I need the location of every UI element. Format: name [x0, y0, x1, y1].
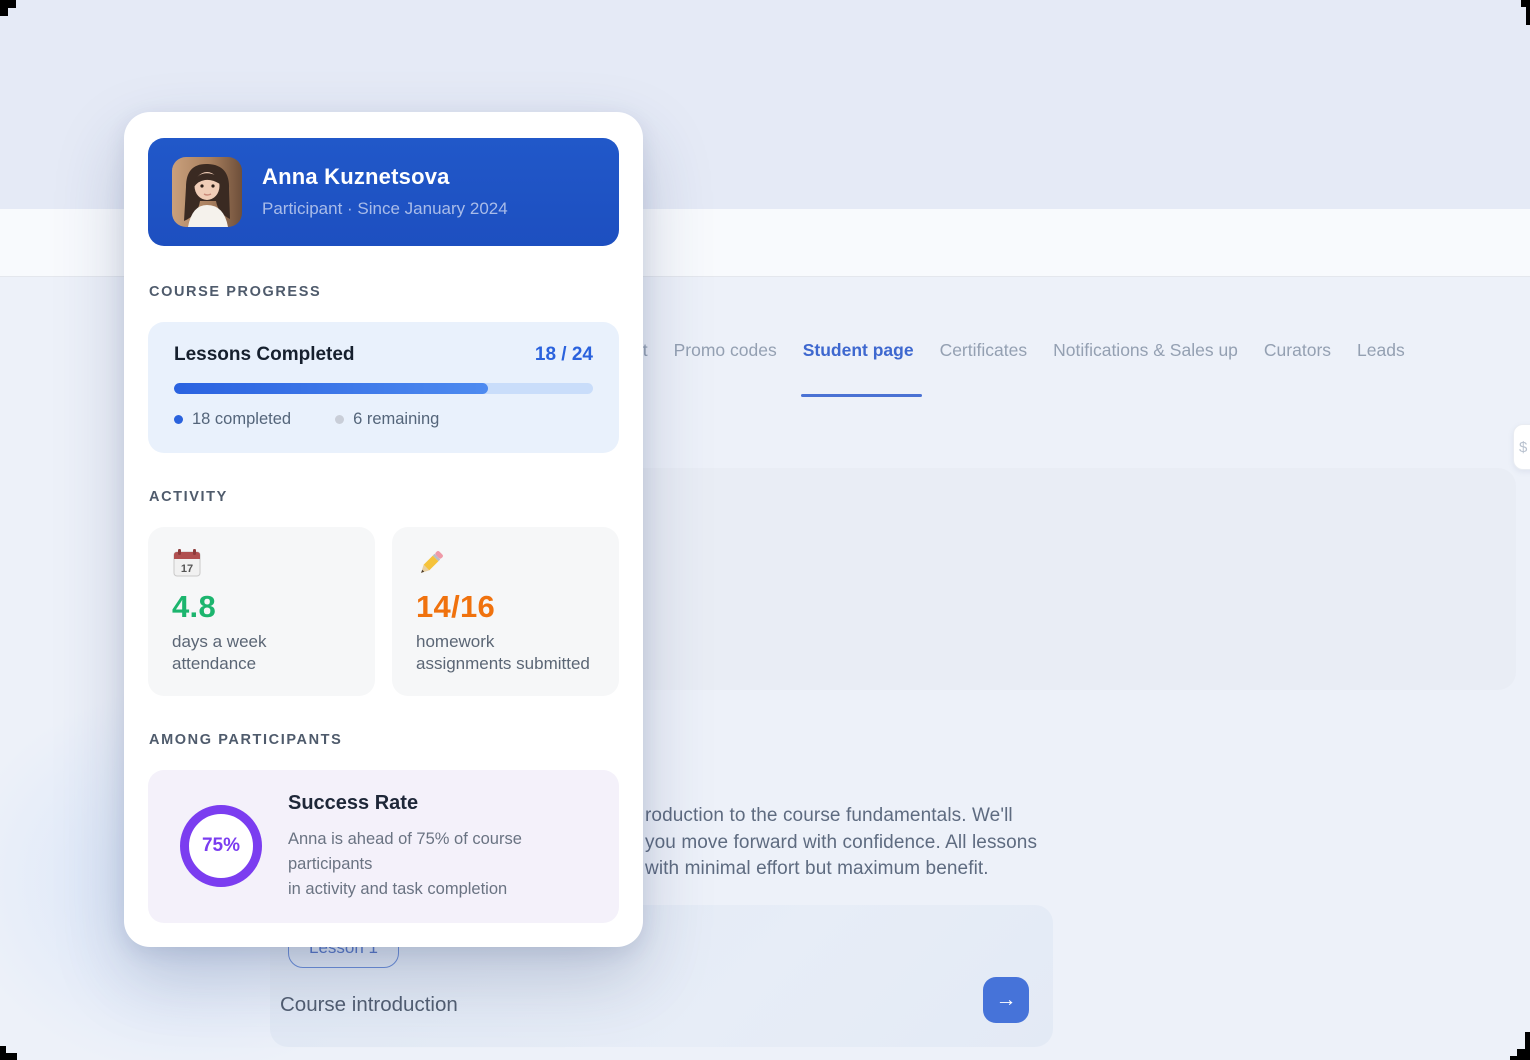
success-rate-card: 75% Success Rate Anna is ahead of 75% of… — [148, 770, 619, 923]
lesson-open-button[interactable]: → — [983, 977, 1029, 1023]
attendance-card: 17 4.8 days a week attendance — [148, 527, 375, 696]
description-line: with minimal effort but maximum benefit. — [645, 856, 1037, 883]
progress-title: Lessons Completed — [174, 344, 355, 366]
blue-dot-icon — [174, 415, 183, 424]
avatar-image — [172, 157, 242, 227]
homework-card: 14/16 homework assignments submitted — [392, 527, 619, 696]
pencil-icon — [416, 548, 446, 578]
success-ring-chart: 75% — [180, 805, 262, 887]
success-rate-title: Success Rate — [288, 792, 418, 815]
success-rate-description: Anna is ahead of 75% of course participa… — [288, 827, 556, 902]
progress-bar-fill — [174, 383, 488, 394]
crop-mark — [1521, 0, 1530, 7]
progress-card: Lessons Completed 18 / 24 18 completed 6… — [148, 322, 619, 453]
homework-caption: homework assignments submitted — [416, 631, 590, 676]
progress-legend: 18 completed 6 remaining — [174, 410, 439, 429]
avatar — [172, 157, 242, 227]
calendar-icon: 17 — [172, 548, 202, 578]
tab-leads[interactable]: Leads — [1357, 340, 1405, 375]
section-label-among-participants: AMONG PARTICIPANTS — [149, 732, 342, 748]
gray-dot-icon — [335, 415, 344, 424]
crop-mark — [1526, 7, 1530, 25]
section-label-activity: ACTIVITY — [149, 489, 228, 505]
legend-completed: 18 completed — [174, 410, 291, 429]
section-label-course-progress: COURSE PROGRESS — [149, 284, 321, 300]
edge-cutoff-button[interactable]: $ — [1513, 424, 1530, 470]
student-name: Anna Kuznetsova — [262, 164, 450, 190]
description-line: roduction to the course fundamentals. We… — [645, 803, 1037, 830]
tab-notifications-sales[interactable]: Notifications & Sales up — [1053, 340, 1238, 375]
crop-mark — [0, 8, 8, 16]
progress-value: 18 / 24 — [535, 344, 593, 366]
tab-bar: nt Promo codes Student page Certificates… — [633, 340, 1405, 375]
svg-text:17: 17 — [181, 563, 193, 575]
description-line: you move forward with confidence. All le… — [645, 830, 1037, 857]
tab-certificates[interactable]: Certificates — [940, 340, 1028, 375]
crop-mark — [0, 1053, 17, 1060]
legend-completed-label: 18 completed — [192, 410, 291, 429]
profile-header: Anna Kuznetsova Participant · Since Janu… — [148, 138, 619, 246]
arrow-right-icon: → — [996, 988, 1017, 1012]
progress-bar-track — [174, 383, 593, 394]
attendance-value: 4.8 — [172, 589, 216, 625]
tab-promo-codes[interactable]: Promo codes — [674, 340, 777, 375]
student-profile-modal: Anna Kuznetsova Participant · Since Janu… — [124, 112, 643, 947]
legend-remaining: 6 remaining — [335, 410, 439, 429]
success-percent: 75% — [202, 835, 240, 857]
student-subtitle: Participant · Since January 2024 — [262, 199, 508, 219]
lesson-title: Course introduction — [280, 993, 458, 1017]
attendance-caption: days a week attendance — [172, 631, 267, 676]
crop-mark — [0, 0, 16, 8]
crop-mark — [1510, 1056, 1530, 1060]
homework-value: 14/16 — [416, 589, 495, 625]
tab-curators[interactable]: Curators — [1264, 340, 1331, 375]
screen: nt Promo codes Student page Certificates… — [0, 0, 1530, 1060]
course-description: roduction to the course fundamentals. We… — [645, 803, 1037, 883]
legend-remaining-label: 6 remaining — [353, 410, 439, 429]
tab-student-page[interactable]: Student page — [803, 340, 914, 375]
